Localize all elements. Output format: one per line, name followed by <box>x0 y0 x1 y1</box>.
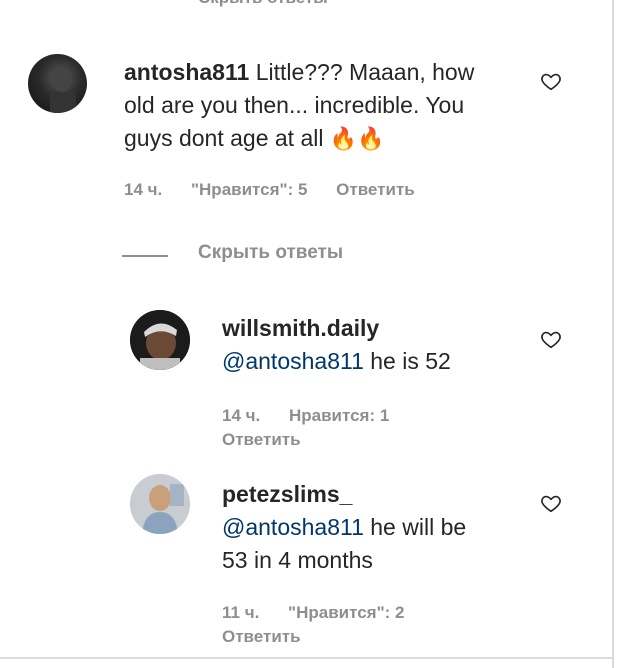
comment-meta: 14 ч. "Нравится": 5 Ответить <box>124 180 439 200</box>
reply-petezslims: petezslims_ @antosha811 he will be 53 in… <box>222 478 542 577</box>
reply-text: he will be <box>363 514 467 540</box>
comment-likes[interactable]: "Нравится": 5 <box>191 180 307 199</box>
comment-text-line3: guys dont age at all <box>124 125 324 151</box>
avatar-image <box>50 68 76 113</box>
like-heart-icon[interactable] <box>540 492 562 514</box>
replies-divider <box>122 255 168 257</box>
reply-meta: 14 ч. Нравится: 1 <box>222 406 413 426</box>
fire-emoji: 🔥🔥 <box>329 126 385 151</box>
reply-button[interactable]: Ответить <box>336 180 415 199</box>
reply-username[interactable]: petezslims_ <box>222 478 542 511</box>
reply-time: 11 ч. <box>222 603 260 622</box>
like-heart-icon[interactable] <box>540 70 562 92</box>
avatar-willsmith-daily[interactable] <box>130 310 190 370</box>
hide-replies-link[interactable]: Скрыть ответы <box>198 242 343 264</box>
reply-mention[interactable]: @antosha811 <box>222 348 364 374</box>
reply-text: he is 52 <box>363 348 451 374</box>
comment-antosha811: antosha811 Little??? Maaan, how old are … <box>124 56 564 155</box>
avatar-image <box>130 474 190 534</box>
reply-mention[interactable]: @antosha811 <box>222 514 364 540</box>
like-heart-icon[interactable] <box>540 328 562 350</box>
avatar-petezslims[interactable] <box>130 474 190 534</box>
reply-text-line2: 53 in 4 months <box>222 547 373 573</box>
reply-likes[interactable]: "Нравится": 2 <box>288 603 404 622</box>
avatar-image <box>130 310 190 370</box>
avatar-antosha811[interactable] <box>28 54 87 113</box>
hide-replies-link-top[interactable]: Скрыть ответы <box>198 0 328 8</box>
reply-button[interactable]: Ответить <box>222 430 301 450</box>
comment-text-line1: Little??? Maaan, how <box>255 59 475 85</box>
reply-button[interactable]: Ответить <box>222 627 301 647</box>
reply-time: 14 ч. <box>222 406 261 425</box>
comment-username[interactable]: antosha811 <box>124 59 249 85</box>
frame-border-right <box>612 0 614 668</box>
reply-meta: 11 ч. "Нравится": 2 <box>222 603 428 623</box>
comment-time: 14 ч. <box>124 180 163 199</box>
reply-username[interactable]: willsmith.daily <box>222 312 542 345</box>
reply-willsmith-daily: willsmith.daily @antosha811 he is 52 <box>222 312 542 378</box>
frame-border-bottom <box>0 657 614 659</box>
comment-text-line2: old are you then... incredible. You <box>124 92 465 118</box>
reply-likes[interactable]: Нравится: 1 <box>289 406 389 425</box>
